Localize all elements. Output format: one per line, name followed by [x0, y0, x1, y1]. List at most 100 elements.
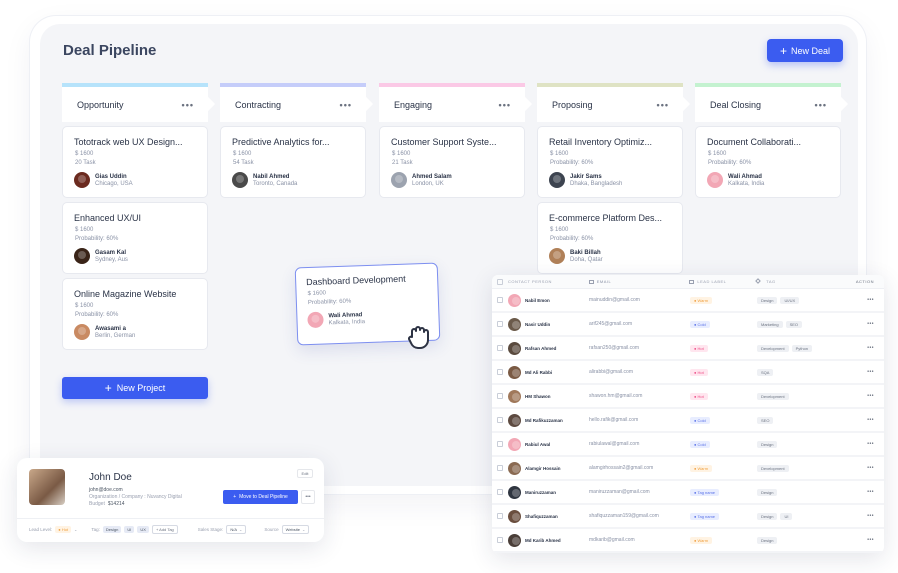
row-checkbox[interactable] — [497, 369, 503, 375]
row-checkbox[interactable] — [497, 417, 503, 423]
header-email[interactable]: EMAIL — [588, 279, 690, 284]
contact-name[interactable]: Md Ali Rabbi — [525, 370, 552, 375]
column-menu-icon[interactable]: ••• — [499, 100, 511, 110]
contact-name[interactable]: Nasir Uddin — [525, 322, 550, 327]
column-menu-icon[interactable]: ••• — [340, 100, 352, 110]
select-all-checkbox[interactable] — [496, 278, 503, 285]
table-row[interactable]: Md Ali Rabbi alirabbi@gmail.com ● Hot SQ… — [492, 361, 884, 385]
row-checkbox[interactable] — [497, 393, 503, 399]
row-action-menu-icon[interactable]: ••• — [857, 489, 884, 495]
avatar — [508, 365, 521, 379]
lead-label-badge: ● Cold — [690, 440, 710, 448]
table-row[interactable]: Md Rafikuzzaman hello.rafik@gmail.com ● … — [492, 409, 884, 433]
more-options-button[interactable]: ••• — [301, 490, 315, 504]
contact-name[interactable]: Maniruzzaman — [525, 490, 556, 495]
card-title: Document Collaborati... — [707, 137, 802, 147]
table-header: CONTACT PERSON EMAIL LEAD LABEL TAG ACTI… — [492, 275, 884, 289]
lead-label-badge: ● Hot — [690, 344, 708, 352]
row-checkbox[interactable] — [497, 321, 503, 327]
contact-name[interactable]: Alamgir Hossain — [525, 466, 561, 471]
header-lead-label[interactable]: LEAD LABEL — [689, 279, 756, 284]
header-tag[interactable]: TAG — [755, 278, 856, 284]
table-row[interactable]: Alamgir Hossain alamgirhossain2@gmail.co… — [492, 457, 884, 481]
tag-chip: SEO — [785, 320, 803, 328]
card-title: Tototrack web UX Design... — [74, 137, 183, 147]
column-header: Proposing ••• — [537, 83, 683, 122]
contact-name[interactable]: Shafiquzzaman — [525, 514, 558, 519]
contact-name[interactable]: Rafsan Ahmed — [525, 346, 556, 351]
edit-button[interactable]: Edit — [297, 469, 313, 478]
tag-chip: Development — [757, 392, 789, 400]
table-row[interactable]: Shafiquzzaman shafiquzzaman159@gmail.com… — [492, 505, 884, 529]
header-contact-person[interactable]: CONTACT PERSON — [508, 279, 589, 284]
contact-name[interactable]: Md Rafikuzzaman — [525, 418, 563, 423]
row-checkbox[interactable] — [497, 345, 503, 351]
column-menu-icon[interactable]: ••• — [657, 100, 669, 110]
card-title: E-commerce Platform Des... — [549, 213, 663, 223]
sales-stage-select[interactable]: N/A ⌄ — [226, 524, 247, 534]
row-checkbox[interactable] — [497, 465, 503, 471]
table-row[interactable]: Rafsan Ahmed rafsan250@gmail.com ● Hot D… — [492, 337, 884, 361]
row-checkbox[interactable] — [497, 489, 503, 495]
lead-level-label: Lead Level: — [29, 526, 53, 532]
card-meta: Probability: 60% — [550, 236, 594, 242]
person-location: Doha, Qatar — [570, 256, 603, 263]
table-row[interactable]: Md Karib Ahmed mdkarib@gmail.com ● Warm … — [492, 529, 884, 553]
pipeline-column: Opportunity ••• Tototrack web UX Design.… — [62, 83, 208, 350]
deal-card[interactable]: Enhanced UX/UI $ 1600 Probability: 60% G… — [62, 202, 208, 274]
profile-name: John Doe — [89, 472, 132, 483]
contact-name[interactable]: Md Karib Ahmed — [525, 538, 561, 543]
move-to-deal-pipeline-button[interactable]: + Move to Deal Pipeline — [223, 490, 298, 504]
row-action-menu-icon[interactable]: ••• — [857, 345, 884, 351]
row-action-menu-icon[interactable]: ••• — [857, 393, 884, 399]
deal-card[interactable]: Online Magazine Website $ 1600 Probabili… — [62, 278, 208, 350]
lead-label-text: Cold — [697, 417, 706, 423]
source-select[interactable]: Website ⌄ — [281, 524, 310, 534]
contact-name[interactable]: Nabil Emon — [525, 298, 550, 303]
contact-name[interactable]: Rabiul Awal — [525, 442, 550, 447]
profile-email[interactable]: john@doe.com — [89, 487, 123, 493]
person-location: Dhaka, Bangladesh — [570, 180, 623, 187]
add-tag-button[interactable]: + Add Tag — [151, 524, 178, 534]
row-action-menu-icon[interactable]: ••• — [857, 297, 884, 303]
card-title: Predictive Analytics for... — [232, 137, 330, 147]
deal-card[interactable]: E-commerce Platform Des... $ 1600 Probab… — [537, 202, 683, 274]
contact-name[interactable]: HM Shawon — [525, 394, 551, 399]
tag-chip: Design — [757, 296, 778, 304]
deal-card[interactable]: Customer Support Syste... $ 1600 21 Task… — [379, 126, 525, 198]
column-menu-icon[interactable]: ••• — [182, 100, 194, 110]
column-menu-icon[interactable]: ••• — [815, 100, 827, 110]
deal-card[interactable]: Predictive Analytics for... $ 1600 54 Ta… — [220, 126, 366, 198]
chevron-down-icon[interactable]: ⌄ — [74, 527, 77, 532]
card-amount: $ 1600 — [233, 151, 252, 157]
table-row[interactable]: Maniruzzaman maniruzzaman@gmail.com ● Ta… — [492, 481, 884, 505]
table-row[interactable]: Rabiul Awal rabiulawal@gmail.com ● Cold … — [492, 433, 884, 457]
deal-card[interactable]: Document Collaborati... $ 1600 Probabili… — [695, 126, 841, 198]
avatar — [508, 437, 521, 451]
row-action-menu-icon[interactable]: ••• — [857, 417, 884, 423]
row-action-menu-icon[interactable]: ••• — [857, 369, 884, 375]
row-action-menu-icon[interactable]: ••• — [857, 321, 884, 327]
table-row[interactable]: Nabil Emon mainuddin@gmail.com ● Warm De… — [492, 289, 884, 313]
row-action-menu-icon[interactable]: ••• — [857, 465, 884, 471]
row-action-menu-icon[interactable]: ••• — [857, 513, 884, 519]
chevron-down-icon: ⌄ — [238, 526, 243, 532]
lead-label-badge: ● Tag name — [690, 512, 720, 520]
row-checkbox[interactable] — [497, 537, 503, 543]
new-deal-button[interactable]: + New Deal — [767, 39, 843, 62]
table-row[interactable]: HM Shawon shawon.hm@gmail.com ● Hot Deve… — [492, 385, 884, 409]
row-checkbox[interactable] — [497, 297, 503, 303]
row-action-menu-icon[interactable]: ••• — [857, 537, 884, 543]
person-name: Wali Ahmad — [328, 311, 363, 319]
contact-email: shawon.hm@gmail.com — [589, 393, 643, 399]
deal-card[interactable]: Tototrack web UX Design... $ 1600 20 Tas… — [62, 126, 208, 198]
new-project-button[interactable]: + New Project — [62, 377, 208, 399]
lead-label-text: Warm — [697, 537, 709, 543]
table-row[interactable]: Nasir Uddin arif245@gmail.com ● Cold Mar… — [492, 313, 884, 337]
deal-card[interactable]: Retail Inventory Optimiz... $ 1600 Proba… — [537, 126, 683, 198]
row-checkbox[interactable] — [497, 441, 503, 447]
row-checkbox[interactable] — [497, 513, 503, 519]
row-action-menu-icon[interactable]: ••• — [857, 441, 884, 447]
lead-level-select[interactable]: ● Hot — [55, 525, 72, 533]
card-amount: $ 1600 — [75, 151, 94, 157]
